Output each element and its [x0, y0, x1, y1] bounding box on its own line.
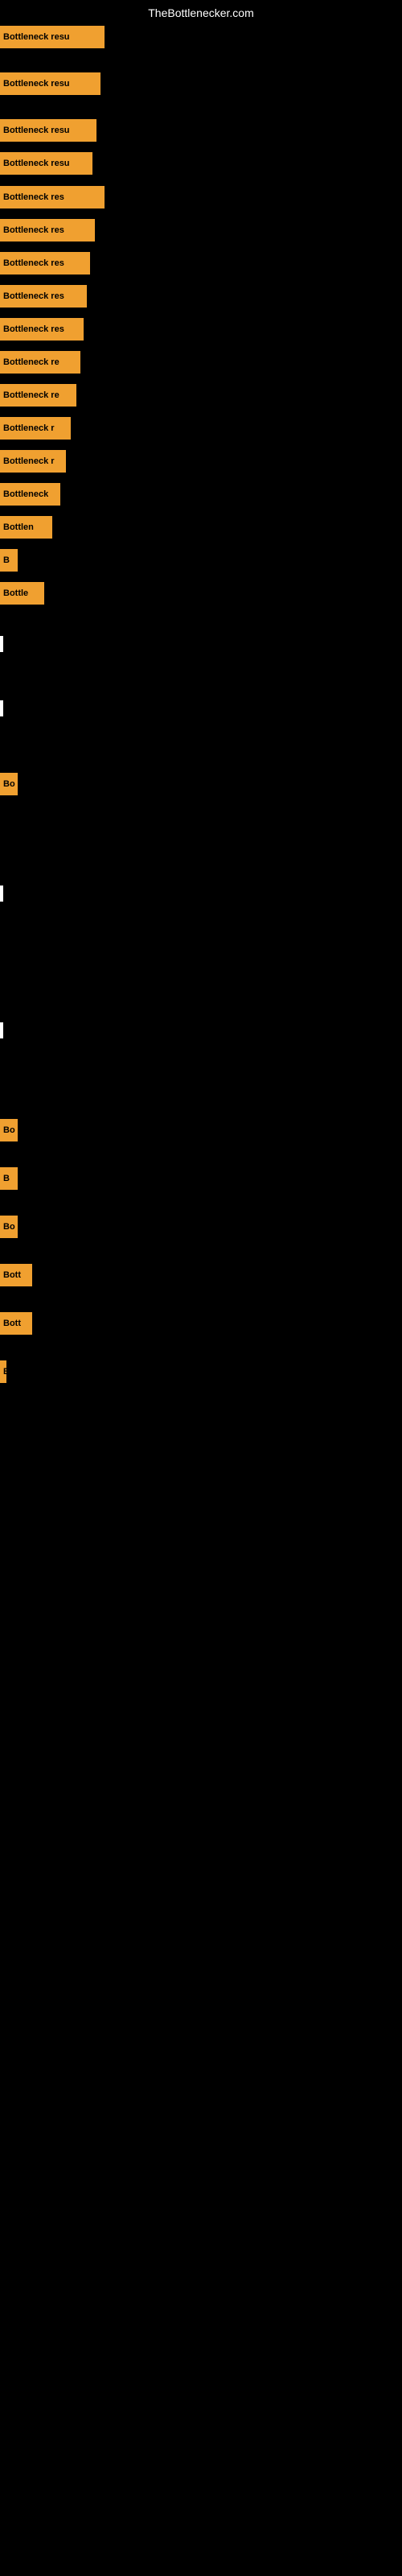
bar-label-23: B — [3, 1174, 10, 1183]
bar-item-11: Bottleneck r — [0, 417, 71, 440]
bar-item-10: Bottleneck re — [0, 384, 76, 407]
bar-item-1: Bottleneck resu — [0, 72, 100, 95]
bar-label-27: B — [3, 1367, 6, 1377]
bar-item-23: B — [0, 1167, 18, 1190]
bar-item-9: Bottleneck re — [0, 351, 80, 374]
bar-label-0: Bottleneck resu — [3, 32, 70, 42]
bar-label-5: Bottleneck res — [3, 225, 64, 235]
bar-label-9: Bottleneck re — [3, 357, 59, 367]
bar-item-15: B — [0, 549, 18, 572]
bar-label-25: Bott — [3, 1270, 21, 1280]
bar-label-13: Bottleneck — [3, 489, 48, 499]
bar-item-22: Bo — [0, 1119, 18, 1141]
bar-label-11: Bottleneck r — [3, 423, 55, 433]
bar-label-12: Bottleneck r — [3, 456, 55, 466]
bar-label-1: Bottleneck resu — [3, 79, 70, 89]
bar-item-21 — [0, 1022, 3, 1038]
bar-label-14: Bottlen — [3, 522, 34, 532]
bar-item-17 — [0, 636, 3, 652]
bar-label-6: Bottleneck res — [3, 258, 64, 268]
bar-item-14: Bottlen — [0, 516, 52, 539]
site-title: TheBottlenecker.com — [148, 6, 254, 19]
bar-item-18 — [0, 700, 3, 716]
bar-label-8: Bottleneck res — [3, 324, 64, 334]
bar-item-16: Bottle — [0, 582, 44, 605]
bar-item-6: Bottleneck res — [0, 252, 90, 275]
bar-label-10: Bottleneck re — [3, 390, 59, 400]
bar-label-7: Bottleneck res — [3, 291, 64, 301]
bar-item-7: Bottleneck res — [0, 285, 87, 308]
bar-label-4: Bottleneck res — [3, 192, 64, 202]
bar-item-4: Bottleneck res — [0, 186, 105, 208]
bar-item-13: Bottleneck — [0, 483, 60, 506]
bar-label-15: B — [3, 555, 10, 565]
bar-item-12: Bottleneck r — [0, 450, 66, 473]
bar-item-24: Bo — [0, 1216, 18, 1238]
bar-item-8: Bottleneck res — [0, 318, 84, 341]
bar-item-0: Bottleneck resu — [0, 26, 105, 48]
bar-item-20 — [0, 886, 3, 902]
bar-item-26: Bott — [0, 1312, 32, 1335]
bar-item-27: B — [0, 1360, 6, 1383]
bar-label-22: Bo — [3, 1125, 15, 1135]
bar-item-5: Bottleneck res — [0, 219, 95, 242]
bar-label-2: Bottleneck resu — [3, 126, 70, 135]
bar-item-2: Bottleneck resu — [0, 119, 96, 142]
bar-item-3: Bottleneck resu — [0, 152, 92, 175]
bar-label-24: Bo — [3, 1222, 15, 1232]
bar-label-19: Bo — [3, 779, 15, 789]
bar-label-26: Bott — [3, 1319, 21, 1328]
bar-label-3: Bottleneck resu — [3, 159, 70, 168]
bar-item-19: Bo — [0, 773, 18, 795]
bar-label-16: Bottle — [3, 588, 28, 598]
bar-item-25: Bott — [0, 1264, 32, 1286]
